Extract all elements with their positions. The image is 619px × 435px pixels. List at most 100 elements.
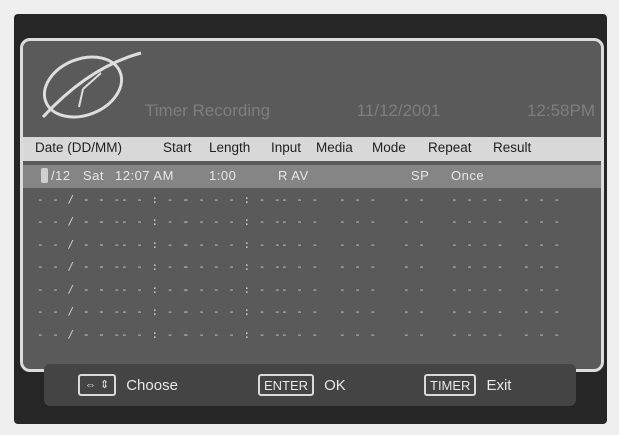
column-mode: Mode [372, 140, 406, 155]
navigation-keys: ⇔ ⇕ [78, 374, 117, 396]
row-input: - - - [281, 192, 320, 206]
timer-row-empty[interactable]: - - / - - - - - - - : - - - - - - : - - … [23, 323, 601, 346]
row-start: - - : - - [121, 305, 190, 318]
column-media: Media [316, 140, 353, 155]
row-input: R AV [278, 168, 309, 183]
timer-row-empty[interactable]: - - / - - - - - - - : - - - - - - : - - … [23, 188, 601, 211]
row-repeat: - - - - [451, 327, 505, 341]
row-result: - - - [523, 327, 562, 341]
timer-list: /12 Sat 12:07 AM 1:00 R AV SP Once - - /… [23, 165, 601, 345]
row-date: /12 [51, 168, 71, 183]
row-ampm: - - [183, 237, 206, 251]
row-media: - - - [339, 192, 378, 206]
row-media: - - - [339, 305, 378, 318]
page-title: Timer Recording 11/12/2001 12:58PM [145, 101, 595, 121]
row-start: - - : - - [121, 237, 190, 251]
row-mode: - - [403, 260, 426, 273]
timer-row-empty[interactable]: - - / - - - - - - - : - - - - - - : - - … [23, 255, 601, 278]
row-mode: - - [403, 192, 426, 206]
row-length: - - : - - [213, 305, 282, 318]
row-media: - - - [339, 260, 378, 273]
column-header-row: Date (DD/MM) Start Length Input Media Mo… [23, 137, 601, 161]
row-start: 12:07 AM [115, 168, 174, 183]
edit-cursor-icon [41, 168, 48, 183]
timer-recording-screen: Timer Recording 11/12/2001 12:58PM Date … [20, 38, 604, 372]
row-result: - - - [523, 237, 562, 251]
title-label: Timer Recording [145, 101, 271, 120]
row-input: - - - [281, 327, 320, 341]
row-length: - - : - - [213, 237, 282, 251]
row-start: - - : - - [121, 192, 190, 206]
row-mode: - - [403, 327, 426, 341]
row-mode: SP [411, 168, 430, 183]
exit-label: Exit [486, 376, 512, 394]
row-day: Sat [83, 168, 105, 183]
title-time: 12:58PM [526, 101, 595, 120]
row-mode: - - [403, 237, 426, 251]
row-start: - - : - - [121, 215, 190, 228]
row-media: - - - [339, 237, 378, 251]
row-media: - - - [339, 282, 378, 296]
row-input: - - - [281, 260, 320, 273]
row-day: - - - [83, 327, 122, 341]
row-input: - - - [281, 282, 320, 296]
row-day: - - - [83, 260, 122, 273]
choose-hint: ⇔ ⇕ Choose [78, 374, 178, 396]
choose-label: Choose [126, 376, 178, 394]
row-repeat: - - - - [451, 282, 505, 296]
column-repeat: Repeat [428, 140, 472, 155]
row-mode: - - [403, 305, 426, 318]
row-result: - - - [523, 305, 562, 318]
timer-row-empty[interactable]: - - / - - - - - - - : - - - - - - : - - … [23, 278, 601, 301]
row-start: - - : - - [121, 327, 190, 341]
row-day: - - - [83, 237, 122, 251]
row-length: - - : - - [213, 282, 282, 296]
timer-key: TIMER [424, 374, 477, 396]
left-right-arrow-icon: ⇔ [85, 378, 96, 391]
clock-logo-icon [41, 51, 142, 119]
row-ampm: - - [183, 305, 206, 318]
timer-row-empty[interactable]: - - / - - - - - - - : - - - - - - : - - … [23, 210, 601, 233]
row-ampm: - - [183, 327, 206, 341]
timer-row-selected[interactable]: /12 Sat 12:07 AM 1:00 R AV SP Once [23, 165, 601, 188]
timer-row-empty[interactable]: - - / - - - - - - - : - - - - - - : - - … [23, 300, 601, 323]
row-mode: - - [403, 215, 426, 228]
row-repeat: - - - - [451, 237, 505, 251]
column-input: Input [271, 140, 302, 155]
timer-row-empty[interactable]: - - / - - - - - - - : - - - - - - : - - … [23, 233, 601, 256]
row-ampm: - - [183, 282, 206, 296]
column-result: Result [493, 140, 532, 155]
row-input: - - - [281, 215, 320, 228]
row-repeat: - - - - [451, 260, 505, 273]
row-result: - - - [523, 260, 562, 273]
row-start: - - : - - [121, 260, 190, 273]
row-input: - - - [281, 237, 320, 251]
row-day: - - - [83, 215, 122, 228]
tv-frame: Timer Recording 11/12/2001 12:58PM Date … [14, 14, 607, 424]
row-length: - - : - - [213, 260, 282, 273]
row-result: - - - [523, 215, 562, 228]
title-date: 11/12/2001 [356, 101, 441, 120]
row-mode: - - [403, 282, 426, 296]
row-ampm: - - [183, 192, 206, 206]
row-repeat: - - - - [451, 192, 505, 206]
row-result: - - - [523, 192, 562, 206]
up-down-arrow-icon: ⇕ [100, 378, 110, 391]
row-input: - - - [281, 305, 320, 318]
row-ampm: - - [183, 260, 206, 273]
row-length: 1:00 [209, 168, 237, 183]
row-length: - - : - - [213, 327, 282, 341]
key-hint-bar: ⇔ ⇕ Choose ENTER OK TIMER Exit [44, 364, 576, 406]
row-length: - - : - - [213, 215, 282, 228]
row-media: - - - [339, 215, 378, 228]
row-day: - - - [83, 282, 122, 296]
row-day: - - - [83, 192, 122, 206]
exit-hint: TIMER Exit [424, 374, 511, 396]
row-repeat: - - - - [451, 215, 505, 228]
row-result: - - - [523, 282, 562, 296]
row-ampm: - - [183, 215, 206, 228]
column-start: Start [163, 140, 192, 155]
row-media: - - - [339, 327, 378, 341]
row-repeat: - - - - [451, 305, 505, 318]
column-length: Length [209, 140, 251, 155]
